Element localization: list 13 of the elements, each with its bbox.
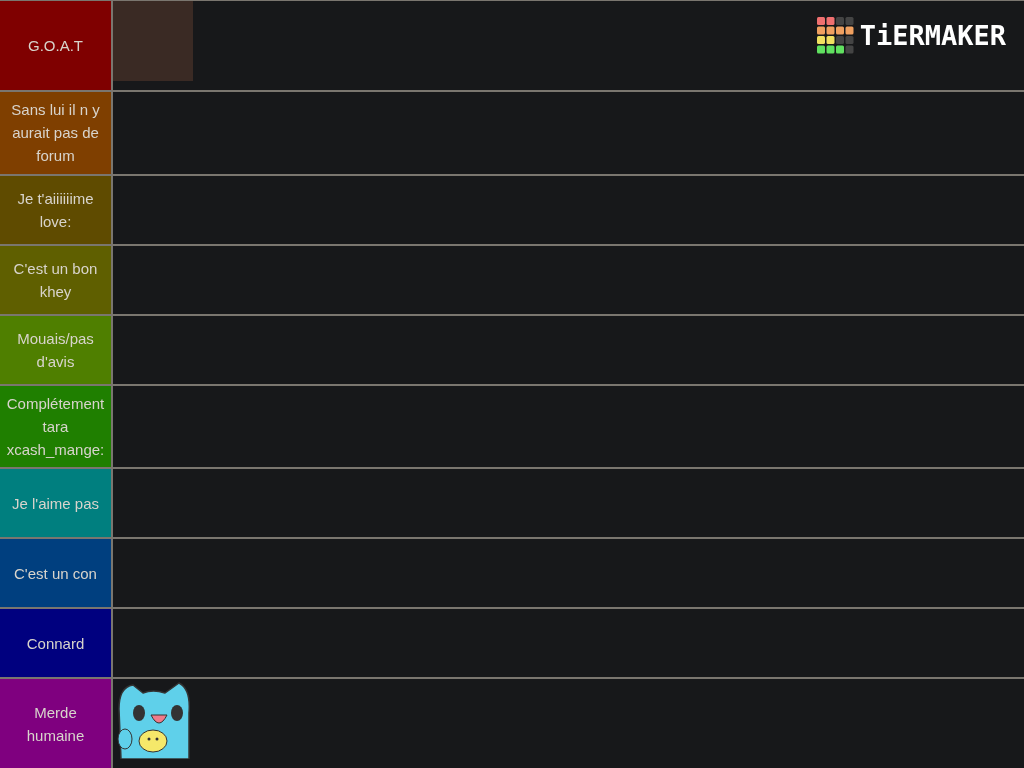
logo-text: TiERMAKER [859, 22, 1006, 49]
tier-label: Mouais/pas d'avis [0, 315, 111, 384]
tier-label: Connard [0, 609, 111, 678]
tier-label: Merde humaine [0, 679, 111, 768]
tier-label: Je t'aiiiiiime love: [0, 175, 111, 244]
tier-label: G.O.A.T [0, 1, 111, 90]
tier-label: Je l'aime pas [0, 469, 111, 538]
grid-logo-icon [816, 17, 854, 54]
tier-label: Complétement tara xcash_mange: [0, 385, 111, 468]
tier-label: Sans lui il n y aurait pas de forum [0, 91, 111, 174]
photo-placeholder[interactable] [113, 1, 193, 81]
tier-label: C'est un bon khey [0, 245, 111, 314]
tier-label: C'est un con [0, 539, 111, 608]
